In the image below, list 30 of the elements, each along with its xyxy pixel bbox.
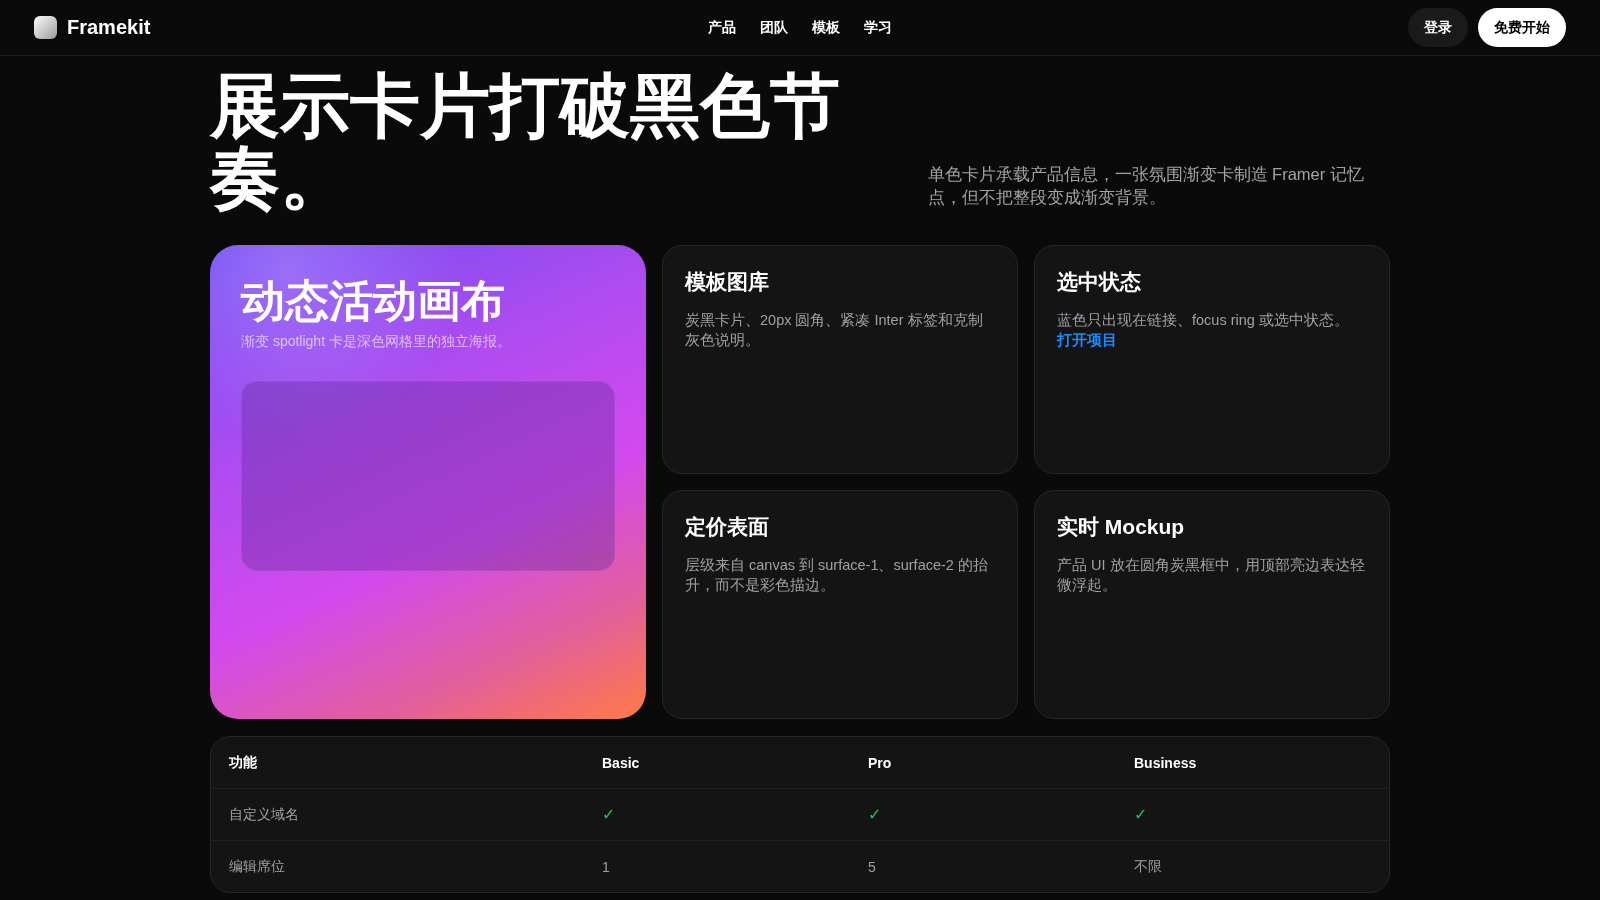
column-header: 功能 <box>211 737 584 789</box>
logo-icon <box>34 16 57 39</box>
table-cell: 5 <box>850 840 1116 892</box>
card-description: 炭黑卡片、20px 圆角、紧凑 Inter 标签和克制灰色说明。 <box>685 311 984 350</box>
page-heading: 展示卡片打破黑色节奏。 <box>210 70 841 214</box>
nav-link[interactable]: 团队 <box>760 18 788 37</box>
table-cell: 编辑席位 <box>211 840 584 892</box>
card-title: 选中状态 <box>1057 269 1142 295</box>
signup-button[interactable]: 免费开始 <box>1478 8 1566 47</box>
table-cell: 自定义域名 <box>211 788 584 841</box>
login-button[interactable]: 登录 <box>1408 8 1468 47</box>
table-cell: 不限 <box>1116 840 1389 892</box>
card-description: 蓝色只出现在链接、focus ring 或选中状态。 打开项目 <box>1057 311 1350 350</box>
column-header: Business <box>1116 737 1389 789</box>
page-subtitle: 单色卡片承载产品信息，一张氛围渐变卡制造 Framer 记忆点，但不把整段变成渐变背景。 <box>927 164 1365 208</box>
nav-link[interactable]: 模板 <box>812 18 840 37</box>
column-header: Basic <box>584 737 850 789</box>
card-title: 定价表面 <box>685 514 770 540</box>
card-description: 产品 UI 放在圆角炭黑框中，用顶部亮边表达轻微浮起。 <box>1057 556 1366 595</box>
column-header: Pro <box>850 737 1116 789</box>
card-title: 模板图库 <box>685 269 770 295</box>
nav-link[interactable]: 产品 <box>708 18 736 37</box>
table-cell: 1 <box>584 840 850 892</box>
brand-name[interactable]: Framekit <box>67 16 151 39</box>
card-description: 层级来自 canvas 到 surface-1、surface-2 的抬升，而不是彩色描边。 <box>685 556 989 595</box>
spotlight-title: 动态活动画布 <box>241 275 506 327</box>
card-title: 实时 Mockup <box>1057 514 1186 540</box>
nav-link[interactable]: 学习 <box>864 18 892 37</box>
spotlight-subtitle: 渐变 spotlight 卡是深色网格里的独立海报。 <box>241 333 512 351</box>
open-project-link[interactable]: 打开项目 <box>1057 332 1117 348</box>
